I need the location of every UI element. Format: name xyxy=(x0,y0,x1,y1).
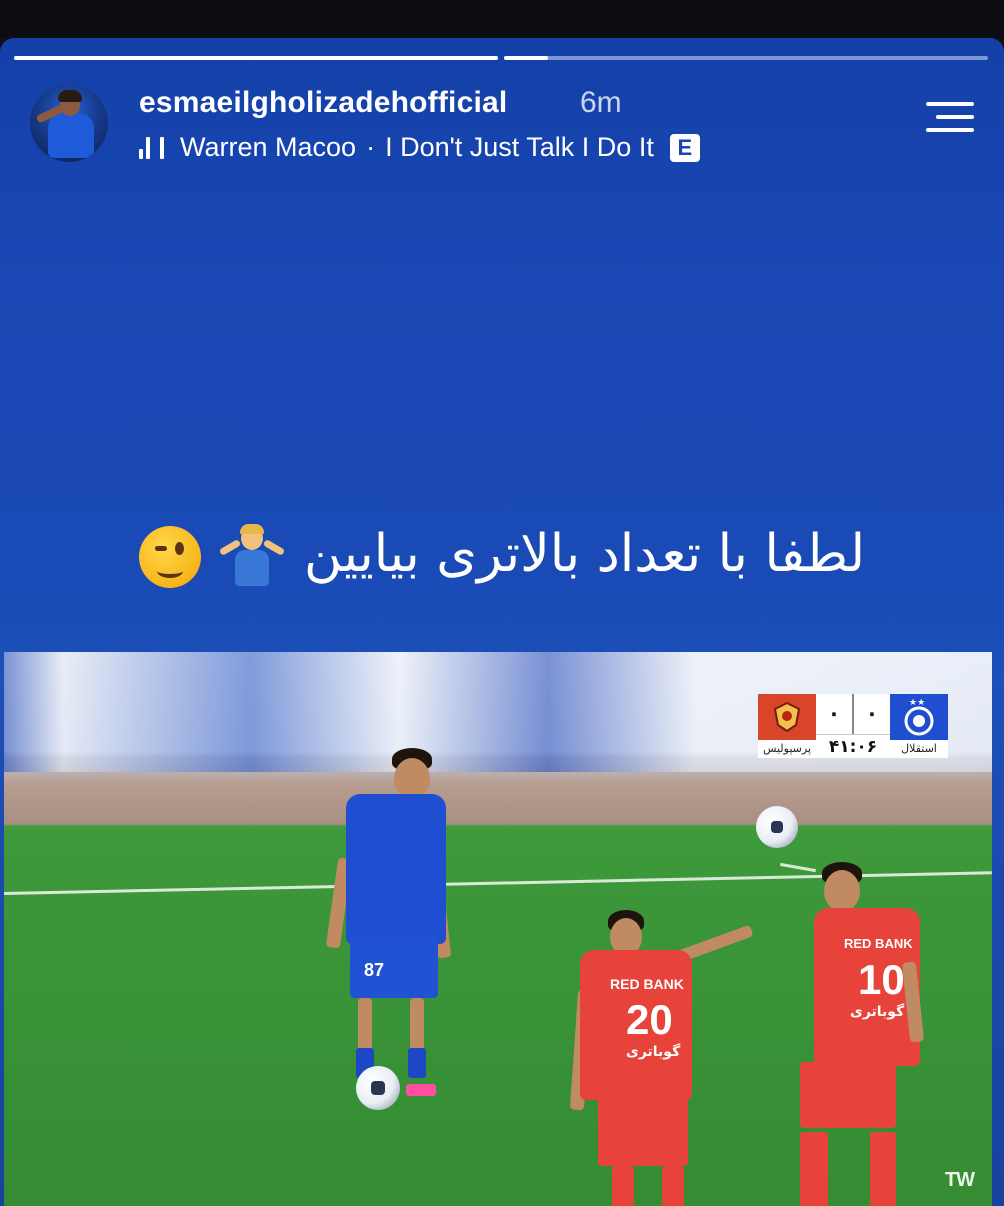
player-20-number: 20 xyxy=(626,996,673,1043)
esteghlal-logo-icon: ★★ xyxy=(890,694,948,740)
away-team-name: پرسپولیس xyxy=(758,740,816,758)
shrug-emoji-icon xyxy=(217,524,287,588)
story-header: esmaeilgholizadehofficial 6m Warren Maco… xyxy=(30,84,974,164)
avatar-hair xyxy=(58,90,82,102)
status-bar xyxy=(0,0,1004,38)
match-clock: ۴۱:۰۶ xyxy=(828,737,878,757)
player-10-name: گوباتری xyxy=(850,1004,905,1020)
time-ago: 6m xyxy=(580,86,622,119)
music-song: I Don't Just Talk I Do It xyxy=(385,132,654,162)
ball-near xyxy=(356,1066,400,1110)
instagram-story[interactable]: esmaeilgholizadehofficial 6m Warren Maco… xyxy=(0,38,1004,1206)
username[interactable]: esmaeilgholizadehofficial xyxy=(139,86,507,120)
story-caption: لطفا با تعداد بالاتری بیایین xyxy=(0,524,1004,588)
music-bars-icon xyxy=(139,136,164,159)
svg-text:★★: ★★ xyxy=(909,697,925,707)
progress-fill-1 xyxy=(14,56,498,60)
player-87-number: 87 xyxy=(364,960,385,980)
score-panel: ۰ ۰ ۴۱:۰۶ xyxy=(816,694,890,758)
player-20: RED BANK 20 گوباتری xyxy=(564,910,764,1206)
avatar[interactable] xyxy=(30,84,108,162)
scoreboard: پرسپولیس ۰ ۰ ۴۱:۰۶ ★★ استقلال xyxy=(758,694,948,758)
wink-emoji-icon xyxy=(138,526,201,588)
video-frame: پرسپولیس ۰ ۰ ۴۱:۰۶ ★★ استقلال 87 RED BAN… xyxy=(4,652,992,1206)
player-10-number: 10 xyxy=(858,956,905,1003)
home-score: ۰ xyxy=(852,694,890,734)
home-team-name: استقلال xyxy=(890,740,948,758)
explicit-badge: E xyxy=(669,133,700,162)
player-10: RED BANK 10 گوباتری xyxy=(788,862,938,1206)
player-10-sponsor: RED BANK xyxy=(844,936,913,951)
avatar-body xyxy=(48,114,94,158)
player-87: 87 xyxy=(325,748,458,1168)
away-team-badge: پرسپولیس xyxy=(758,694,816,758)
away-score: ۰ xyxy=(827,700,841,727)
music-separator: · xyxy=(366,132,376,162)
persepolis-logo-icon xyxy=(758,694,816,740)
player-20-name: گوباتری xyxy=(626,1044,681,1060)
ball-far xyxy=(756,806,798,848)
music-artist: Warren Macoo xyxy=(180,132,357,162)
player-20-sponsor: RED BANK xyxy=(610,976,684,992)
caption-text: لطفا با تعداد بالاتری بیایین xyxy=(303,524,866,584)
menu-icon[interactable] xyxy=(922,102,974,136)
story-progress-segment-2 xyxy=(504,56,988,60)
progress-fill-2 xyxy=(504,56,548,60)
home-team-badge: ★★ استقلال xyxy=(890,694,948,758)
broadcast-watermark: TW xyxy=(944,1169,975,1191)
music-sticker[interactable]: Warren Macoo · I Don't Just Talk I Do It… xyxy=(139,132,700,163)
story-progress-segment-1 xyxy=(14,56,498,60)
